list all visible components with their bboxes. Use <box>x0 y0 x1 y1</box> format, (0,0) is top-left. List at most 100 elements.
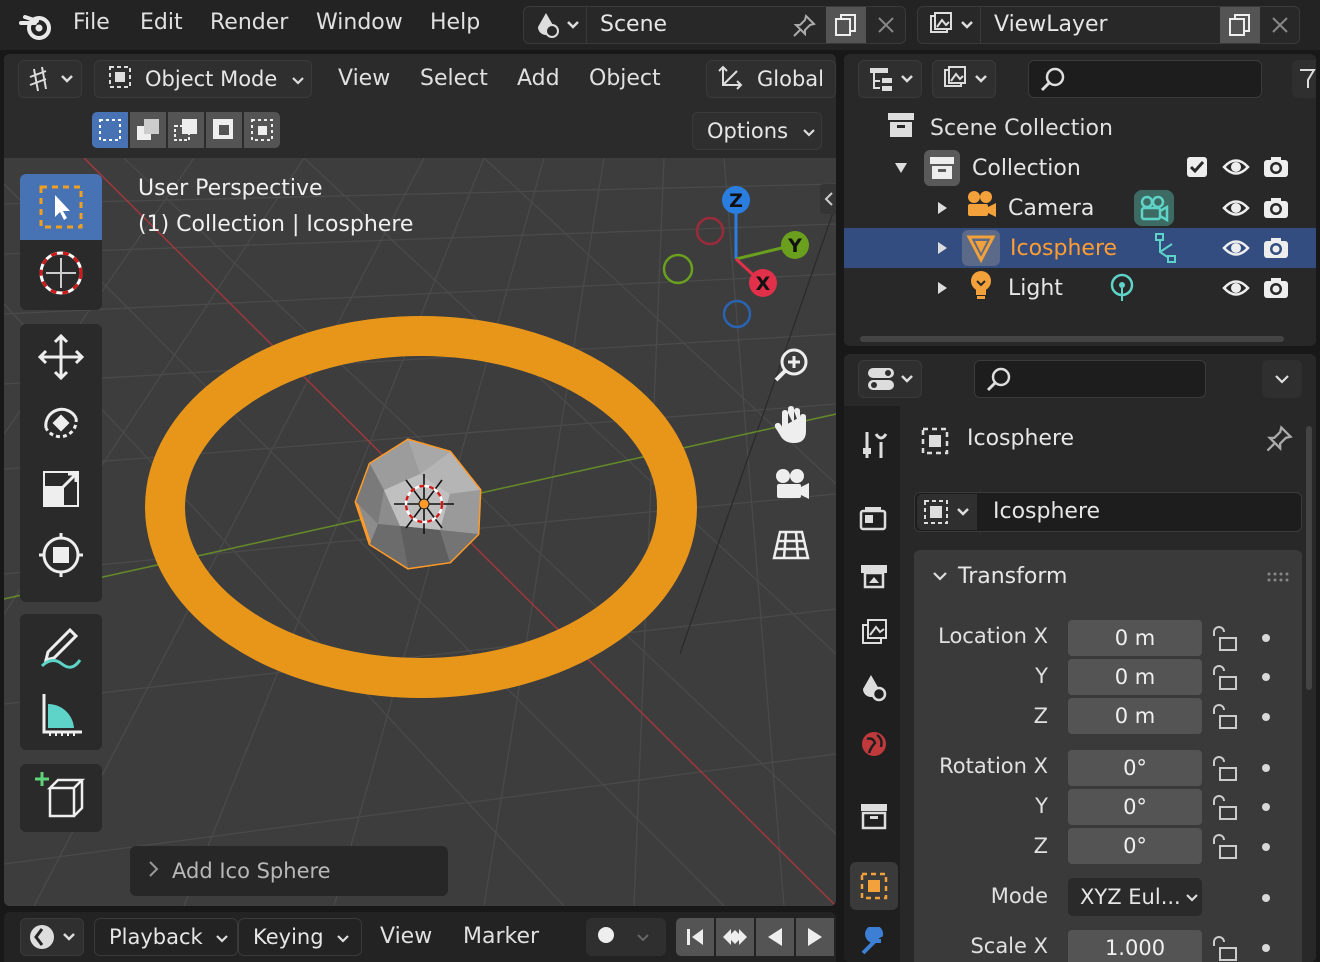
timeline-editor-type-icon[interactable] <box>20 918 84 956</box>
lock-icon[interactable] <box>1210 834 1240 860</box>
outliner-row-icosphere[interactable]: Icosphere <box>844 228 1316 268</box>
select-extend-icon[interactable] <box>130 112 166 148</box>
properties-scrollbar[interactable] <box>1306 426 1312 690</box>
perspective-toggle-icon[interactable] <box>764 518 818 572</box>
mesh-data-icon[interactable] <box>1154 232 1178 270</box>
tool-settings-tab-icon[interactable] <box>850 422 898 470</box>
transform-panel-header[interactable]: Transform <box>914 550 1302 602</box>
outliner-row-camera[interactable]: Camera <box>844 188 1316 228</box>
display-mode-icon[interactable] <box>932 60 996 98</box>
blender-logo-icon[interactable] <box>16 8 56 44</box>
menu-render[interactable]: Render <box>210 10 288 35</box>
lock-icon[interactable] <box>1210 936 1240 962</box>
viewport-menu-view[interactable]: View <box>338 66 390 91</box>
filter-icon[interactable] <box>1292 60 1316 98</box>
scene-name[interactable]: Scene <box>600 12 667 37</box>
outliner-scrollbar[interactable] <box>860 336 1284 342</box>
pin-icon[interactable] <box>1264 424 1294 458</box>
outliner-row-scene-collection[interactable]: Scene Collection <box>844 108 1316 148</box>
world-tab-icon[interactable] <box>850 720 898 768</box>
scale-tool-icon[interactable] <box>20 456 102 522</box>
object-datablock-field[interactable]: Icosphere <box>914 492 1302 532</box>
menu-window[interactable]: Window <box>316 10 403 35</box>
rotate-tool-icon[interactable] <box>20 390 102 456</box>
render-camera-icon[interactable] <box>1262 196 1290 226</box>
object-tab-icon[interactable] <box>850 862 898 910</box>
visibility-eye-icon[interactable] <box>1222 197 1250 225</box>
keying-dropdown[interactable]: Keying <box>238 918 362 956</box>
location-x-field[interactable]: 0 m <box>1068 620 1202 656</box>
keyframe-dot-icon[interactable] <box>1262 764 1270 772</box>
zoom-icon[interactable] <box>764 338 818 392</box>
viewlayer-browse-icon[interactable] <box>922 9 978 41</box>
rotation-x-field[interactable]: 0° <box>1068 750 1202 786</box>
rotation-y-field[interactable]: 0° <box>1068 789 1202 825</box>
keyframe-dot-icon[interactable] <box>1262 843 1270 851</box>
outliner-row-light[interactable]: Light <box>844 268 1316 308</box>
rotation-mode-dropdown[interactable]: XYZ Eul... <box>1068 878 1202 916</box>
object-browse-icon[interactable] <box>917 494 977 530</box>
viewport-menu-object[interactable]: Object <box>589 66 661 91</box>
scene-tab-icon[interactable] <box>850 664 898 712</box>
expand-arrow-icon[interactable] <box>894 156 908 181</box>
cursor-tool-icon[interactable] <box>20 240 102 306</box>
last-operator-panel[interactable]: Add Ico Sphere <box>130 846 448 896</box>
3d-viewport[interactable]: Object Mode View Select Add Object Globa… <box>4 54 836 906</box>
visibility-eye-icon[interactable] <box>1222 277 1250 305</box>
object-mode-dropdown[interactable]: Object Mode <box>94 60 312 98</box>
outliner-search-input[interactable] <box>1028 60 1262 98</box>
visibility-eye-icon[interactable] <box>1222 156 1250 184</box>
new-viewlayer-icon[interactable] <box>1220 7 1260 43</box>
viewport-menu-select[interactable]: Select <box>420 66 488 91</box>
jump-start-icon[interactable] <box>676 918 714 956</box>
properties-editor-type-icon[interactable] <box>858 360 922 398</box>
play-reverse-icon[interactable] <box>756 918 794 956</box>
lock-icon[interactable] <box>1210 704 1240 730</box>
view-layer-tab-icon[interactable] <box>850 608 898 656</box>
properties-search-input[interactable] <box>974 360 1206 398</box>
close-viewlayer-icon[interactable] <box>1262 9 1298 41</box>
timeline-menu-view[interactable]: View <box>380 924 432 949</box>
outliner-row-collection[interactable]: Collection <box>844 148 1316 188</box>
lock-icon[interactable] <box>1210 795 1240 821</box>
pin-icon[interactable] <box>786 11 822 41</box>
viewport-menu-add[interactable]: Add <box>517 66 560 91</box>
lock-icon[interactable] <box>1210 626 1240 652</box>
options-dropdown[interactable]: Options <box>692 112 822 150</box>
transform-orientation-dropdown[interactable]: Global <box>706 60 836 98</box>
timeline-menu-marker[interactable]: Marker <box>463 924 539 949</box>
select-invert-icon[interactable] <box>206 112 242 148</box>
select-new-icon[interactable] <box>92 112 128 148</box>
sidebar-toggle-icon[interactable] <box>820 184 836 214</box>
camera-view-icon[interactable] <box>764 458 818 512</box>
scene-browse-icon[interactable] <box>528 9 584 41</box>
icosphere-object[interactable] <box>350 434 490 574</box>
viewlayer-name[interactable]: ViewLayer <box>994 12 1108 37</box>
drag-handle-icon[interactable] <box>1266 568 1290 587</box>
location-y-field[interactable]: 0 m <box>1068 659 1202 695</box>
menu-file[interactable]: File <box>73 10 110 35</box>
visibility-eye-icon[interactable] <box>1222 237 1250 265</box>
properties-options-icon[interactable] <box>1262 360 1302 398</box>
expand-arrow-icon[interactable] <box>936 276 948 301</box>
play-icon[interactable] <box>796 918 834 956</box>
rotation-z-field[interactable]: 0° <box>1068 828 1202 864</box>
annotate-tool-icon[interactable] <box>20 614 102 680</box>
outliner-editor-type-icon[interactable] <box>858 60 922 98</box>
lock-icon[interactable] <box>1210 756 1240 782</box>
exclude-checkbox[interactable] <box>1186 156 1208 184</box>
output-tab-icon[interactable] <box>850 552 898 600</box>
record-button[interactable] <box>586 918 666 956</box>
keyframe-dot-icon[interactable] <box>1262 634 1270 642</box>
keyframe-dot-icon[interactable] <box>1262 803 1270 811</box>
camera-data-icon[interactable] <box>1134 190 1174 226</box>
expand-arrow-icon[interactable] <box>936 236 948 261</box>
modifier-tab-icon[interactable] <box>850 918 898 962</box>
editor-type-icon[interactable] <box>18 60 82 98</box>
select-box-tool-icon[interactable] <box>20 174 102 240</box>
close-scene-icon[interactable] <box>868 9 904 41</box>
move-tool-icon[interactable] <box>20 324 102 390</box>
transform-tool-icon[interactable] <box>20 522 102 588</box>
add-cube-tool-icon[interactable] <box>20 764 102 830</box>
navigation-gizmo[interactable]: Z Y X <box>654 179 824 339</box>
